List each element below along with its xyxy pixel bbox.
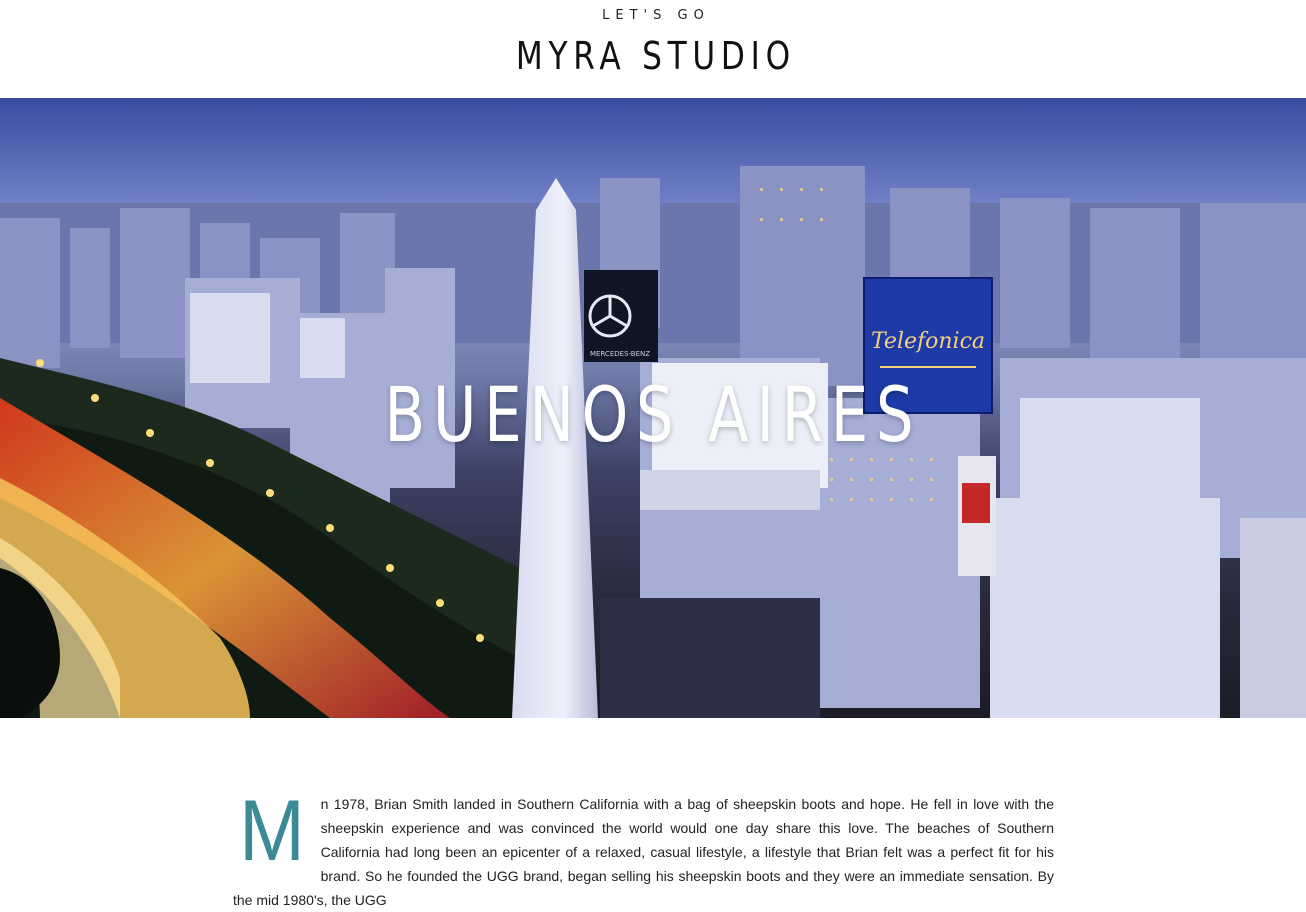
drop-cap: M [239,783,305,879]
hero-banner: Telefonica MERCEDES-BENZ BUENOS AIRES [0,98,1306,718]
site-header: LET'S GO MYRA STUDIO [0,0,1306,98]
svg-text:MERCEDES-BENZ: MERCEDES-BENZ [590,350,650,358]
site-tagline: LET'S GO [602,8,710,23]
article-body: M n 1978, Brian Smith landed in Southern… [233,783,1054,912]
hero-title: BUENOS AIRES [384,370,922,459]
article-paragraph: n 1978, Brian Smith landed in Southern C… [233,796,1054,908]
svg-text:Telefonica: Telefonica [871,329,985,354]
site-logo[interactable]: MYRA STUDIO [118,34,1189,78]
mercedes-sign: MERCEDES-BENZ [584,270,658,362]
